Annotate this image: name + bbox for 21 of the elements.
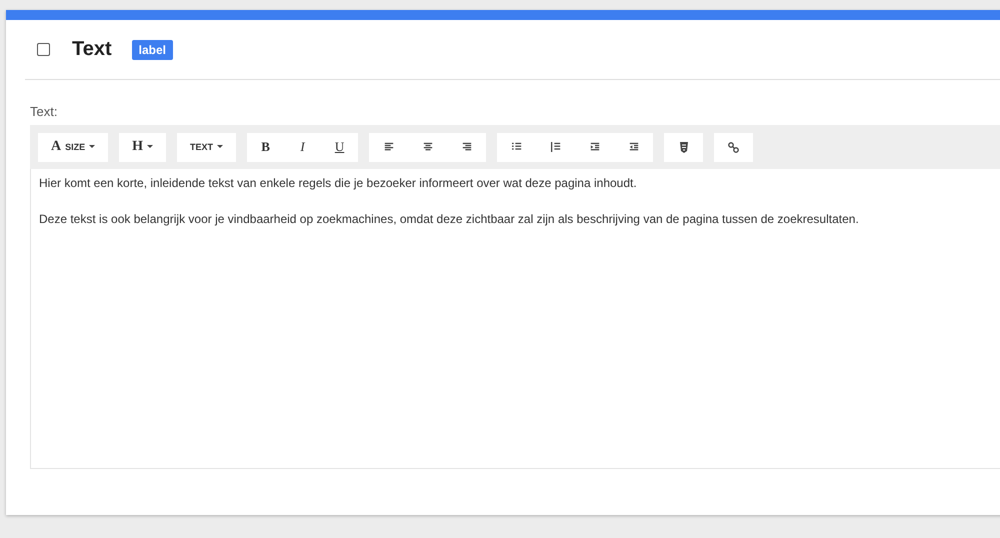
align-left-icon bbox=[382, 142, 395, 152]
align-right-icon bbox=[460, 142, 473, 152]
caret-icon bbox=[147, 145, 154, 149]
dropdown-button[interactable]: A SIZE bbox=[38, 132, 108, 162]
paragraph: Deze tekst is ook belangrijk voor je vindbaarheid op zoekmachines, omdat deze zichtbaar zal zijn als beschrijving van de pagina tussen de zoekresultaten. bbox=[39, 211, 860, 227]
link-icon bbox=[728, 142, 740, 152]
checkbox[interactable] bbox=[37, 43, 50, 56]
paragraph: Hier komt een korte, inleidende tekst van enkele regels die je bezoeker informeert over wat deze pagina inhoudt. bbox=[39, 175, 638, 191]
align-center-icon bbox=[422, 142, 434, 152]
html5-icon bbox=[678, 142, 689, 152]
label-tag: label bbox=[132, 40, 173, 60]
block-title: Text bbox=[72, 38, 112, 61]
caret-icon bbox=[89, 145, 96, 149]
dropdown-button[interactable]: TEXT bbox=[177, 132, 236, 162]
numbered-list-icon bbox=[550, 142, 562, 152]
bullet-list-icon bbox=[510, 142, 523, 152]
html-button[interactable] bbox=[664, 132, 704, 162]
field-label: Text: bbox=[30, 104, 58, 119]
caret-icon bbox=[217, 145, 224, 149]
dropdown-button[interactable]: H bbox=[119, 132, 166, 162]
link-button[interactable] bbox=[714, 132, 754, 162]
